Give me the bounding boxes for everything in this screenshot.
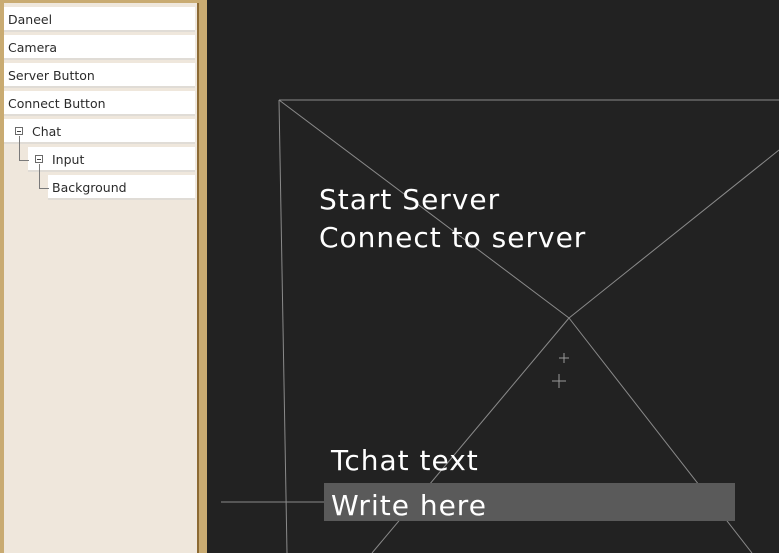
tree-item-input[interactable]: Input: [28, 147, 195, 172]
tree-item-label: Background: [52, 180, 127, 195]
tree-item-server-button[interactable]: Server Button: [4, 63, 195, 88]
tree-connector-line: [19, 160, 29, 161]
connect-server-button[interactable]: Connect to server: [319, 221, 586, 254]
tree-item-label: Camera: [8, 40, 58, 55]
diagonal-line: [568, 149, 779, 319]
frame-left-edge: [278, 99, 288, 553]
tree-item-label: Server Button: [8, 68, 95, 83]
tree-item-label: Input: [52, 152, 85, 167]
tree-connector-line: [39, 164, 40, 188]
chat-text-label: Tchat text: [331, 444, 479, 477]
collapse-toggle-icon[interactable]: [15, 127, 23, 135]
chat-input-placeholder: Write here: [331, 489, 487, 522]
hierarchy-list: Daneel Camera Server Button Connect Butt…: [4, 3, 199, 553]
wireframe-overlay: [221, 99, 779, 553]
scene-viewport[interactable]: Start Server Connect to server Tchat tex…: [207, 0, 779, 553]
hierarchy-panel: Daneel Camera Server Button Connect Butt…: [0, 0, 207, 553]
tree-connector-line: [39, 188, 49, 189]
tree-item-background[interactable]: Background: [48, 175, 195, 200]
tree-item-label: Chat: [32, 124, 62, 139]
tree-item-label: Connect Button: [8, 96, 106, 111]
tree-item-camera[interactable]: Camera: [4, 35, 195, 60]
tree-connector-line: [19, 136, 20, 160]
tree-item-connect-button[interactable]: Connect Button: [4, 91, 195, 116]
collapse-toggle-icon[interactable]: [35, 155, 43, 163]
tree-item-daneel[interactable]: Daneel: [4, 7, 195, 32]
tree-item-label: Daneel: [8, 12, 53, 27]
start-server-button[interactable]: Start Server: [319, 183, 500, 216]
tree-item-chat[interactable]: Chat: [4, 119, 195, 144]
